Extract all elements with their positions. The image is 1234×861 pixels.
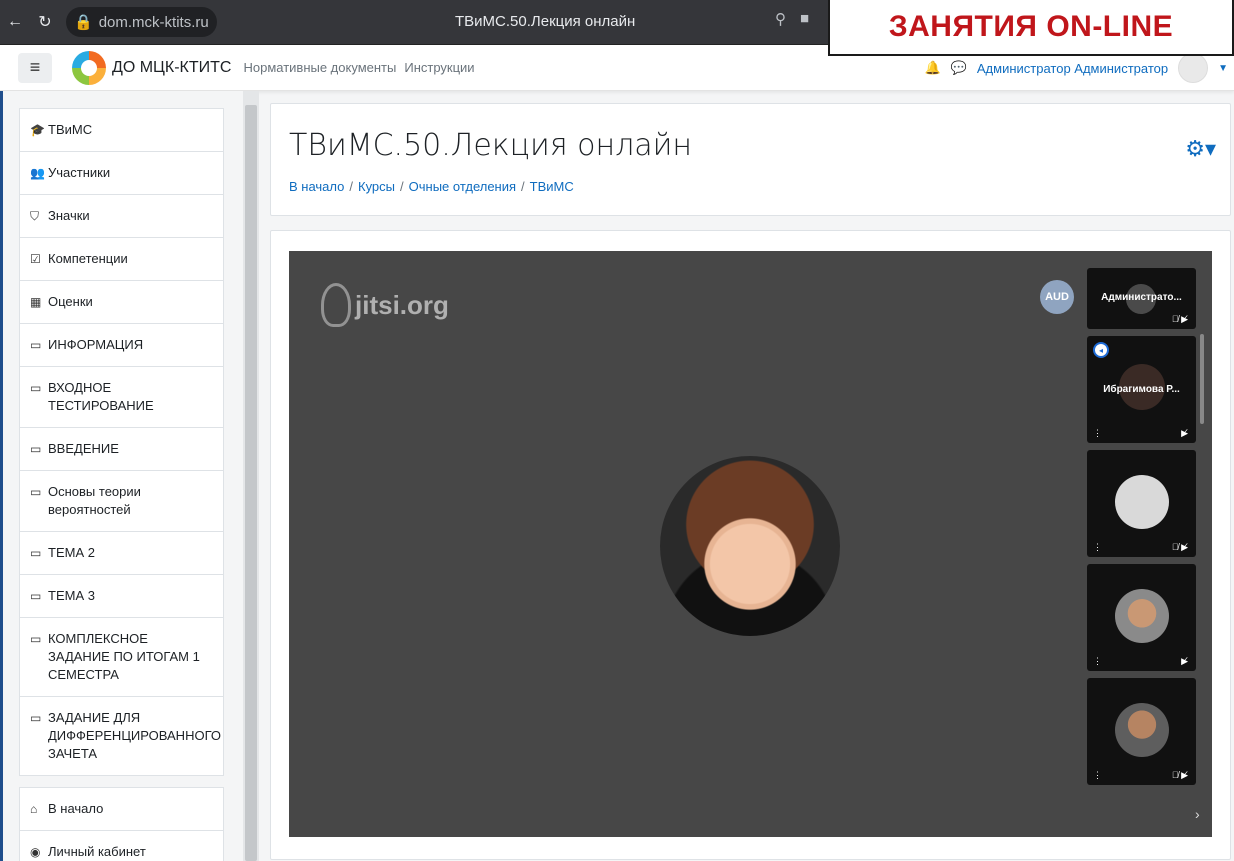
- nav-link-instructions[interactable]: Инструкции: [404, 60, 474, 75]
- participant-avatar: [1115, 703, 1169, 757]
- folder-icon: ▭: [30, 381, 42, 395]
- page-title: ТВиМС.50.Лекция онлайн: [289, 128, 693, 163]
- drawer-item[interactable]: ⛉ Значки: [20, 195, 223, 238]
- address-bar[interactable]: 🔒 dom.mck-ktits.ru: [66, 7, 217, 37]
- video-off-icon: ▶̸: [1181, 428, 1188, 438]
- participant-tile[interactable]: Администрато... 🎙̸ ▶̸: [1087, 268, 1196, 329]
- menu-icon[interactable]: ≡: [18, 52, 52, 83]
- breadcrumb-home[interactable]: В начало: [289, 179, 344, 194]
- more-icon[interactable]: ⋮: [1093, 428, 1102, 439]
- participant-tile[interactable]: ⋮ ▶̸: [1087, 564, 1196, 671]
- gear-icon[interactable]: ⚙▾: [1185, 136, 1216, 162]
- checkbox-icon: ☑: [30, 252, 41, 266]
- participant-avatar: [1115, 589, 1169, 643]
- site-logo[interactable]: [72, 50, 106, 85]
- user-menu-name[interactable]: Администратор Администратор: [977, 61, 1168, 76]
- folder-icon: ▭: [30, 485, 42, 499]
- drawer-course-list: 🎓 ТВиМС 👥 Участники ⛉ Значки ☑ Компетенции ▦…: [19, 108, 224, 776]
- participant-tile[interactable]: ⋮ 🎙̸ ▶̸: [1087, 450, 1196, 557]
- muted-icons: 🎙̸ ▶̸: [1171, 770, 1188, 780]
- drawer-site-list: ⌂ В начало ◉ Личный кабинет: [19, 787, 224, 861]
- address-url: dom.mck-ktits.ru: [98, 13, 209, 31]
- filmstrip: Администрато... 🎙̸ ▶̸ ◂ Ибрагимова Р... …: [1087, 268, 1196, 792]
- more-icon[interactable]: ⋮: [1093, 770, 1102, 781]
- drawer-item[interactable]: ▭ КОМПЛЕКСНОЕ ЗАДАНИЕ ПО ИТОГАМ 1 СЕМЕСТР…: [20, 618, 223, 697]
- jitsi-mark-icon: [321, 283, 351, 327]
- shield-icon: ⛉: [30, 209, 40, 223]
- breadcrumb-courses[interactable]: Курсы: [358, 179, 395, 194]
- drawer-item-dashboard[interactable]: ◉ Личный кабинет: [20, 831, 223, 861]
- more-icon[interactable]: ⋮: [1093, 542, 1102, 553]
- jitsi-logo-text: jitsi.org: [355, 289, 449, 320]
- folder-icon: ▭: [30, 546, 42, 560]
- key-icon[interactable]: ⚲: [775, 10, 786, 28]
- table-icon: ▦: [30, 295, 42, 309]
- folder-icon: ▭: [30, 711, 42, 725]
- folder-icon: ▭: [30, 442, 42, 456]
- participant-name: Ибрагимова Р...: [1103, 384, 1180, 395]
- tab-title: ТВиМС.50.Лекция онлайн: [455, 13, 636, 30]
- muted-icons: 🎙̸ ▶̸: [1171, 314, 1188, 324]
- jitsi-logo: jitsi.org: [321, 283, 449, 327]
- drawer-scrollbar-thumb[interactable]: [245, 105, 257, 861]
- drawer-item[interactable]: ▭ ВХОДНОЕ ТЕСТИРОВАНИЕ: [20, 367, 223, 428]
- drawer-item[interactable]: ▭ ВВЕДЕНИЕ: [20, 428, 223, 471]
- drawer-item[interactable]: 🎓 ТВиМС: [20, 109, 223, 152]
- graduation-cap-icon: 🎓: [30, 123, 45, 137]
- back-icon[interactable]: ←: [0, 7, 30, 37]
- drawer-item[interactable]: ▭ ЗАДАНИЕ ДЛЯ ДИФФЕРЕНЦИРОВАННОГО ЗАЧЕТА: [20, 697, 223, 775]
- folder-icon: ▭: [30, 589, 42, 603]
- chevron-right-icon[interactable]: ›: [1195, 806, 1200, 822]
- aud-badge: AUD: [1040, 280, 1074, 314]
- drawer-item[interactable]: ▭ Основы теории вероятностей: [20, 471, 223, 532]
- folder-icon: ▭: [30, 338, 42, 352]
- participant-tile[interactable]: ◂ Ибрагимова Р... ⋮ ▶̸: [1087, 336, 1196, 443]
- drawer-item[interactable]: ▦ Оценки: [20, 281, 223, 324]
- users-icon: 👥: [30, 166, 45, 180]
- nav-drawer: 🎓 ТВиМС 👥 Участники ⛉ Значки ☑ Компетенции ▦…: [0, 91, 259, 861]
- more-icon[interactable]: ⋮: [1093, 656, 1102, 667]
- drawer-item-home[interactable]: ⌂ В начало: [20, 788, 223, 831]
- chevron-down-icon[interactable]: ▼: [1218, 63, 1228, 74]
- drawer-item[interactable]: ▭ ТЕМА 2: [20, 532, 223, 575]
- home-icon: ⌂: [30, 802, 38, 816]
- folder-icon: ▭: [30, 632, 42, 646]
- video-off-icon: ▶̸: [1181, 656, 1188, 666]
- speaker-avatar: [660, 456, 840, 636]
- page-header: ТВиМС.50.Лекция онлайн В начало / Курсы / …: [270, 103, 1231, 216]
- dashboard-icon: ◉: [30, 845, 41, 859]
- drawer-item[interactable]: ▭ ИНФОРМАЦИЯ: [20, 324, 223, 367]
- speaker-icon: ◂: [1093, 342, 1109, 358]
- participant-name: Администрато...: [1101, 292, 1182, 303]
- drawer-item[interactable]: ▭ ТЕМА 3: [20, 575, 223, 618]
- reload-icon[interactable]: ↻: [30, 7, 60, 37]
- breadcrumb-category[interactable]: Очные отделения: [409, 179, 516, 194]
- breadcrumb-course[interactable]: ТВиМС: [530, 179, 574, 194]
- bell-icon[interactable]: 🔔: [925, 60, 941, 76]
- muted-icons: 🎙̸ ▶̸: [1171, 542, 1188, 552]
- nav-link-documents[interactable]: Нормативные документы: [243, 60, 396, 75]
- filmstrip-scrollbar[interactable]: [1200, 334, 1204, 424]
- drawer-item[interactable]: ☑ Компетенции: [20, 238, 223, 281]
- user-avatar[interactable]: [1178, 53, 1209, 83]
- participant-avatar: [1115, 475, 1169, 529]
- breadcrumb: В начало / Курсы / Очные отделения / ТВиМС: [289, 179, 574, 194]
- drawer-item[interactable]: 👥 Участники: [20, 152, 223, 195]
- camera-icon[interactable]: ■: [800, 10, 809, 28]
- site-name[interactable]: ДО МЦК-КТИТС: [112, 59, 231, 77]
- participant-tile[interactable]: ⋮ 🎙̸ ▶̸: [1087, 678, 1196, 785]
- online-banner: ЗАНЯТИЯ ON-LINE: [828, 0, 1234, 56]
- jitsi-stage[interactable]: jitsi.org AUD Администрато... 🎙̸ ▶̸ ◂ Иб…: [289, 251, 1212, 837]
- chat-icon[interactable]: 💬: [951, 60, 967, 76]
- lock-icon: 🔒: [74, 14, 93, 31]
